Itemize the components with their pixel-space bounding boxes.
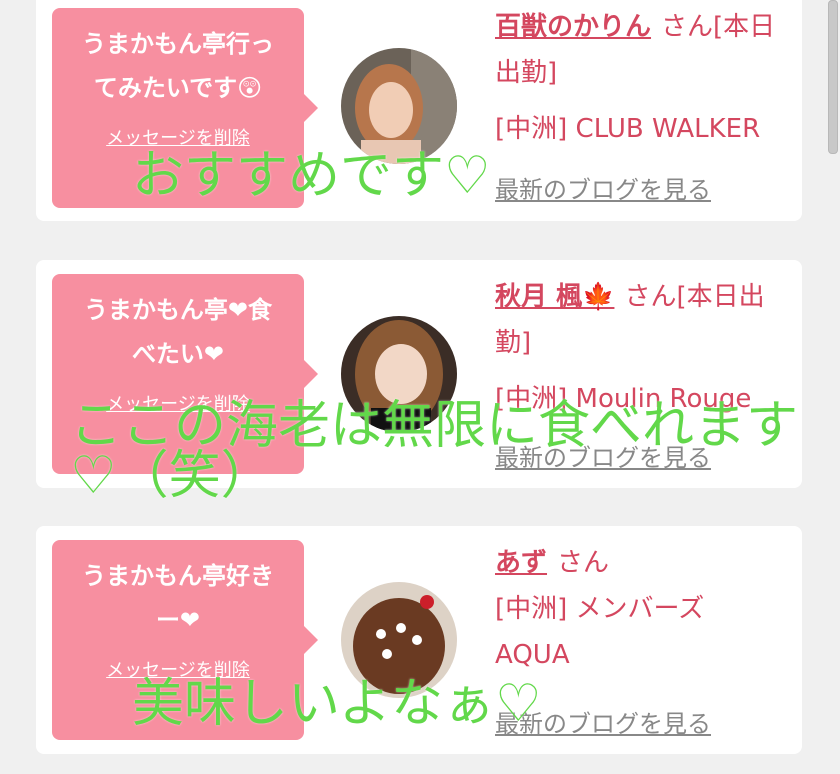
avatar-photo (341, 316, 457, 432)
avatar[interactable] (341, 316, 457, 432)
message-card: うまかもん亭行っ てみたいです😲 メッセージを削除 百獣のかりん さん[本日出勤]… (36, 0, 802, 221)
girl-info: あず さん [中洲] メンバーズAQUA (495, 540, 795, 678)
scrollbar[interactable] (828, 0, 840, 774)
message-line: てみたいです😲 (93, 74, 263, 102)
avatar[interactable] (341, 48, 457, 164)
shop-name: [中洲] CLUB WALKER (495, 114, 761, 144)
girl-name-link[interactable]: あず (495, 548, 547, 578)
message-line: うまかもん亭好き (82, 562, 274, 590)
blog-link[interactable]: 最新のブログを見る (495, 438, 711, 473)
blog-link[interactable]: 最新のブログを見る (495, 704, 711, 739)
avatar-photo (341, 48, 457, 164)
delete-message-link[interactable]: メッセージを削除 (52, 390, 304, 416)
message-card: うまかもん亭好き ー❤ メッセージを削除 あず さん [中洲] メンバーズAQUA… (36, 526, 802, 754)
message-line: うまかもん亭行っ (82, 30, 274, 58)
scrollbar-thumb[interactable] (828, 0, 838, 154)
girl-info: 百獣のかりん さん[本日出勤] [中洲] CLUB WALKER (495, 4, 795, 152)
message-text: うまかもん亭❤食 べたい❤ (52, 274, 304, 376)
message-bubble: うまかもん亭❤食 べたい❤ メッセージを削除 (52, 274, 318, 474)
girl-name-link[interactable]: 秋月 楓🍁 (495, 282, 614, 312)
girl-name-link[interactable]: 百獣のかりん (495, 12, 651, 42)
message-text: うまかもん亭好き ー❤ (52, 540, 304, 642)
message-bubble: うまかもん亭行っ てみたいです😲 メッセージを削除 (52, 8, 318, 208)
message-bubble: うまかもん亭好き ー❤ メッセージを削除 (52, 540, 318, 740)
message-line: べたい❤ (131, 340, 225, 368)
avatar[interactable] (341, 582, 457, 698)
delete-message-link[interactable]: メッセージを削除 (52, 656, 304, 682)
blog-link[interactable]: 最新のブログを見る (495, 170, 711, 205)
message-text: うまかもん亭行っ てみたいです😲 (52, 8, 304, 110)
message-line: ー❤ (155, 606, 201, 634)
girl-info: 秋月 楓🍁 さん[本日出勤] [中洲] Moulin Rouge (495, 274, 795, 422)
shop-name: [中洲] メンバーズAQUA (495, 594, 705, 670)
delete-message-link[interactable]: メッセージを削除 (52, 124, 304, 150)
message-line: うまかもん亭❤食 (83, 296, 273, 324)
avatar-photo (341, 582, 457, 698)
shop-name: [中洲] Moulin Rouge (495, 384, 752, 414)
honorific: さん (557, 548, 610, 578)
message-card: うまかもん亭❤食 べたい❤ メッセージを削除 秋月 楓🍁 さん[本日出勤] [中洲… (36, 260, 802, 488)
